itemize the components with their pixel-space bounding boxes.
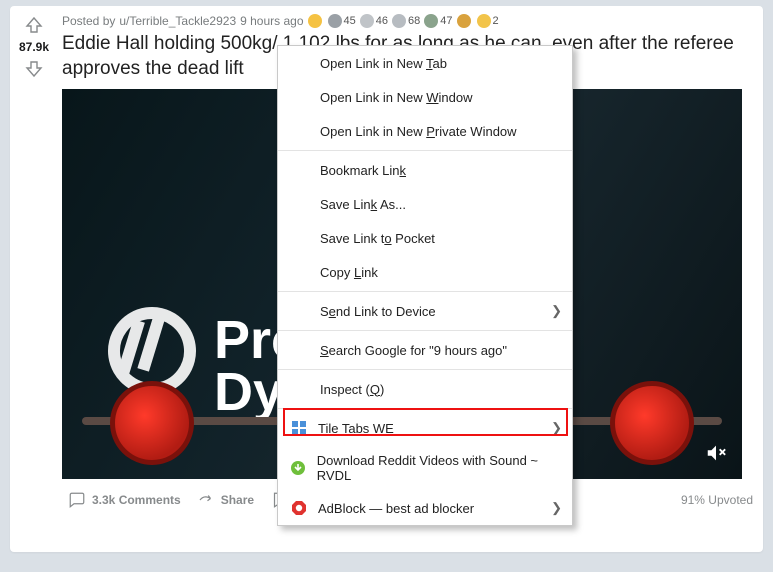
award-badge[interactable]: 46 xyxy=(360,14,388,28)
context-menu-item[interactable]: Open Link in New Tab xyxy=(278,46,572,80)
share-label: Share xyxy=(221,493,254,507)
weight-plate xyxy=(110,381,194,465)
author-link[interactable]: u/Terrible_Tackle2923 xyxy=(119,14,236,28)
posted-by-label: Posted by xyxy=(62,14,115,28)
adblock-icon xyxy=(290,499,308,517)
post-meta: Posted by u/Terrible_Tackle2923 9 hours … xyxy=(62,14,753,28)
context-menu-item[interactable]: Search Google for "9 hours ago" xyxy=(278,333,572,367)
upvote-ratio: 91% Upvoted xyxy=(681,493,753,507)
menu-separator xyxy=(278,291,572,292)
comments-button[interactable]: 3.3k Comments xyxy=(62,487,187,513)
context-menu-item[interactable]: Download Reddit Videos with Sound ~ RVDL xyxy=(278,445,572,491)
context-menu-item[interactable]: Save Link As... xyxy=(278,187,572,221)
upvote-button[interactable] xyxy=(23,14,45,36)
award-badge[interactable] xyxy=(308,14,324,28)
grid-icon xyxy=(290,419,308,437)
menu-item-label: Open Link in New Tab xyxy=(320,56,447,71)
downvote-button[interactable] xyxy=(23,58,45,80)
menu-item-label: Bookmark Link xyxy=(320,163,406,178)
award-badge[interactable]: 68 xyxy=(392,14,420,28)
context-menu-item[interactable]: Tile Tabs WE ❯ xyxy=(278,411,572,445)
menu-item-label: Inspect (Q) xyxy=(320,382,384,397)
menu-item-label: Search Google for "9 hours ago" xyxy=(320,343,507,358)
chevron-right-icon: ❯ xyxy=(551,500,562,516)
context-menu-item[interactable]: AdBlock — best ad blocker ❯ xyxy=(278,491,572,525)
award-badge[interactable]: 2 xyxy=(477,14,499,28)
award-badge[interactable] xyxy=(457,14,473,28)
chevron-right-icon: ❯ xyxy=(551,303,562,319)
context-menu-item[interactable]: Inspect (Q) xyxy=(278,372,572,406)
menu-separator xyxy=(278,150,572,151)
context-menu: Open Link in New Tab Open Link in New Win… xyxy=(277,45,573,526)
menu-item-label: Open Link in New Window xyxy=(320,90,472,105)
menu-item-label: Save Link As... xyxy=(320,197,406,212)
share-button[interactable]: Share xyxy=(191,487,260,513)
menu-separator xyxy=(278,369,572,370)
award-badge[interactable]: 45 xyxy=(328,14,356,28)
chevron-right-icon: ❯ xyxy=(551,420,562,436)
menu-item-label: Tile Tabs WE xyxy=(318,421,394,436)
menu-item-label: Save Link to Pocket xyxy=(320,231,435,246)
context-menu-item[interactable]: Open Link in New Window xyxy=(278,80,572,114)
context-menu-item[interactable]: Open Link in New Private Window xyxy=(278,114,572,148)
menu-item-label: Download Reddit Videos with Sound ~ RVDL xyxy=(317,453,558,483)
weight-plate xyxy=(610,381,694,465)
vote-column: 87.9k xyxy=(10,6,58,552)
menu-separator xyxy=(278,330,572,331)
comments-label: 3.3k Comments xyxy=(92,493,181,507)
menu-separator xyxy=(278,408,572,409)
context-menu-item[interactable]: Send Link to Device ❯ xyxy=(278,294,572,328)
menu-item-label: Send Link to Device xyxy=(320,304,436,319)
context-menu-item[interactable]: Save Link to Pocket xyxy=(278,221,572,255)
post-time[interactable]: 9 hours ago xyxy=(240,14,303,28)
post-score: 87.9k xyxy=(19,40,49,54)
menu-item-label: Copy Link xyxy=(320,265,378,280)
menu-item-label: Open Link in New Private Window xyxy=(320,124,517,139)
menu-item-label: AdBlock — best ad blocker xyxy=(318,501,474,516)
mute-button[interactable] xyxy=(702,439,730,467)
context-menu-item[interactable]: Copy Link xyxy=(278,255,572,289)
award-badge[interactable]: 47 xyxy=(424,14,452,28)
context-menu-item[interactable]: Bookmark Link xyxy=(278,153,572,187)
rvdl-icon xyxy=(290,459,307,477)
